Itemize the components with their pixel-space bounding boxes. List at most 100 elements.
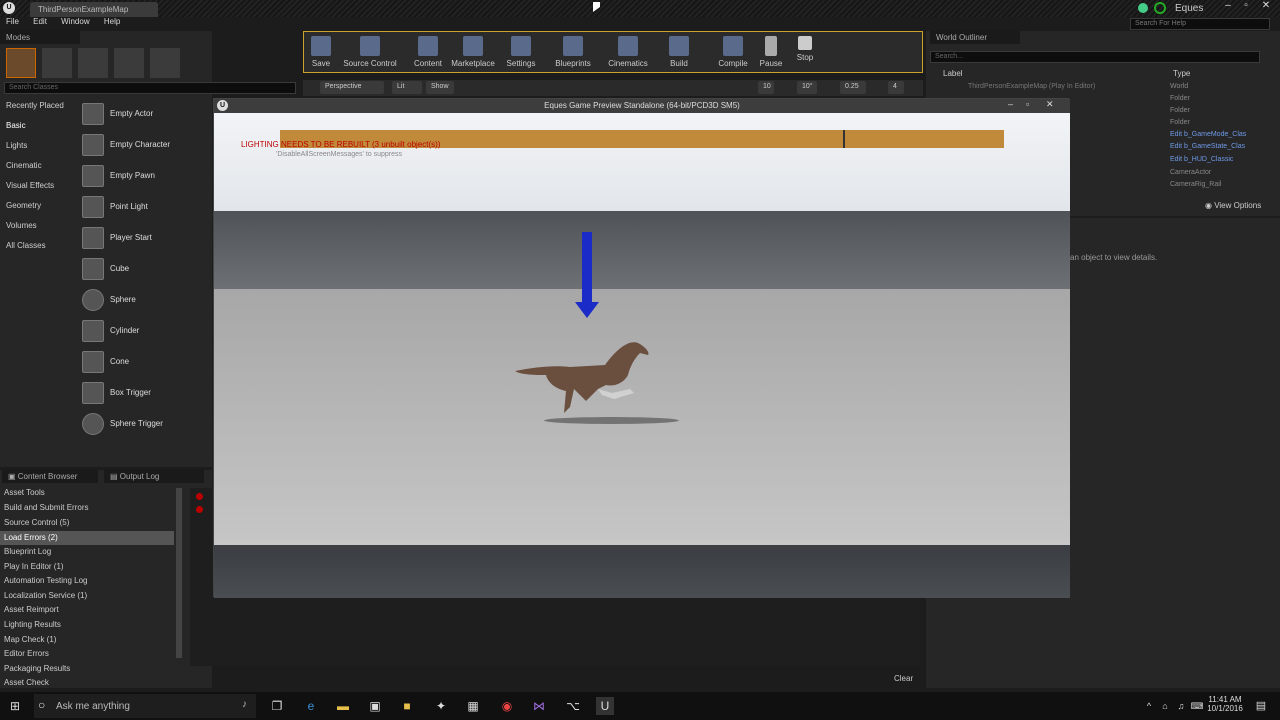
category-lights[interactable]: Lights xyxy=(0,138,80,158)
lit-button[interactable]: Lit xyxy=(392,81,422,94)
foliage-mode-icon[interactable] xyxy=(114,48,144,78)
outliner-type-header[interactable]: Type xyxy=(1173,69,1190,78)
minimize-button[interactable]: – xyxy=(1220,0,1236,12)
cortana-search-box[interactable]: ○ Ask me anything ♪ xyxy=(34,694,256,718)
log-category-item[interactable]: Source Control (5) xyxy=(4,518,69,532)
place-mode-icon[interactable] xyxy=(6,48,36,78)
chrome-icon[interactable]: ◉ xyxy=(498,697,516,715)
outliner-type-link[interactable]: Edit b_GameState_Clas xyxy=(1170,143,1245,155)
outliner-type-link[interactable]: Edit b_HUD_Classic xyxy=(1170,156,1233,168)
category-visual-effects[interactable]: Visual Effects xyxy=(0,178,80,198)
place-item-player-start[interactable]: Player Start xyxy=(82,222,210,253)
place-item-cube[interactable]: Cube xyxy=(82,253,210,284)
grid-snap-value[interactable]: 10 xyxy=(758,81,774,94)
log-category-item[interactable]: Asset Check xyxy=(4,678,49,692)
menu-file[interactable]: File xyxy=(6,17,19,26)
menu-window[interactable]: Window xyxy=(61,17,89,26)
landscape-mode-icon[interactable] xyxy=(78,48,108,78)
place-item-sphere[interactable]: Sphere xyxy=(82,284,210,315)
log-category-item[interactable]: Packaging Results xyxy=(4,664,70,678)
game-window-close-button[interactable]: ✕ xyxy=(1046,99,1054,110)
maximize-button[interactable]: ▫ xyxy=(1238,0,1254,12)
log-category-item[interactable]: Lighting Results xyxy=(4,620,61,634)
camera-speed-value[interactable]: 4 xyxy=(888,81,904,94)
edge-icon[interactable]: e xyxy=(302,697,320,715)
store-icon[interactable]: ▣ xyxy=(366,697,384,715)
place-item-cone[interactable]: Cone xyxy=(82,346,210,377)
help-search-input[interactable]: Search For Help xyxy=(1130,18,1270,30)
blueprints-button[interactable]: Blueprints xyxy=(549,34,597,72)
outliner-root-row[interactable]: ThirdPersonExampleMap (Play In Editor) xyxy=(968,83,1095,90)
place-item-sphere-trigger[interactable]: Sphere Trigger xyxy=(82,408,210,439)
log-category-item[interactable]: Editor Errors xyxy=(4,649,49,663)
close-button[interactable]: ✕ xyxy=(1258,0,1274,12)
source-control-button[interactable]: Source Control xyxy=(340,34,400,72)
scale-snap-value[interactable]: 0.25 xyxy=(840,81,866,94)
category-all-classes[interactable]: All Classes xyxy=(0,238,80,258)
search-classes-input[interactable]: Search Classes xyxy=(4,82,296,94)
action-center-icon[interactable]: ▤ xyxy=(1252,697,1270,715)
modes-tab[interactable]: Modes xyxy=(0,31,80,44)
visual-studio-icon[interactable]: ⋈ xyxy=(530,697,548,715)
place-item-point-light[interactable]: Point Light xyxy=(82,191,210,222)
task-view-icon[interactable]: ❐ xyxy=(268,697,286,715)
settings-button[interactable]: Settings xyxy=(497,34,545,72)
notification-icon[interactable] xyxy=(1138,3,1148,13)
clock[interactable]: 11:41 AM 10/1/2016 xyxy=(1205,695,1245,713)
category-geometry[interactable]: Geometry xyxy=(0,198,80,218)
log-category-item[interactable]: Build and Submit Errors xyxy=(4,503,88,517)
windows-start-icon[interactable]: ⊞ xyxy=(6,697,24,715)
marketplace-button[interactable]: Marketplace xyxy=(449,34,497,72)
document-tab[interactable]: ThirdPersonExampleMap xyxy=(30,2,158,17)
log-category-item[interactable]: Blueprint Log xyxy=(4,547,51,561)
log-category-item[interactable]: Automation Testing Log xyxy=(4,576,87,590)
save-button[interactable]: Save xyxy=(297,34,345,72)
place-item-box-trigger[interactable]: Box Trigger xyxy=(82,377,210,408)
unreal-editor-taskbar-icon[interactable]: U xyxy=(596,697,614,715)
taskbar-app-icon[interactable]: ▦ xyxy=(464,697,482,715)
outliner-label-header[interactable]: Label xyxy=(943,69,963,78)
place-item-empty-actor[interactable]: Empty Actor xyxy=(82,98,210,129)
stop-button[interactable]: Stop xyxy=(781,34,829,72)
output-log-tab[interactable]: ▤ Output Log xyxy=(104,470,204,483)
build-button[interactable]: Build xyxy=(655,34,703,72)
place-item-empty-pawn[interactable]: Empty Pawn xyxy=(82,160,210,191)
log-category-item[interactable]: Play In Editor (1) xyxy=(4,562,64,576)
taskbar-app-icon[interactable]: ✦ xyxy=(432,697,450,715)
menu-edit[interactable]: Edit xyxy=(33,17,47,26)
language-icon[interactable]: ⌨ xyxy=(1188,697,1206,715)
perspective-button[interactable]: Perspective xyxy=(320,81,384,94)
clear-button[interactable]: Clear xyxy=(894,674,913,683)
view-options-button[interactable]: ◉ View Options xyxy=(1205,201,1261,210)
log-category-item[interactable]: Asset Tools xyxy=(4,488,45,502)
log-category-item[interactable]: Localization Service (1) xyxy=(4,591,87,605)
log-category-item-selected[interactable]: Load Errors (2) xyxy=(0,531,174,545)
game-window-maximize-button[interactable]: ▫ xyxy=(1026,99,1029,109)
taskbar-app-icon[interactable]: ⌥ xyxy=(564,697,582,715)
geometry-mode-icon[interactable] xyxy=(150,48,180,78)
game-preview-window[interactable]: Eques Game Preview Standalone (64-bit/PC… xyxy=(213,98,1070,598)
show-button[interactable]: Show xyxy=(426,81,454,94)
category-recently-placed[interactable]: Recently Placed xyxy=(0,98,80,118)
content-button[interactable]: Content xyxy=(404,34,452,72)
taskbar-app-icon[interactable]: ■ xyxy=(398,697,416,715)
place-item-empty-character[interactable]: Empty Character xyxy=(82,129,210,160)
category-volumes[interactable]: Volumes xyxy=(0,218,80,238)
menu-help[interactable]: Help xyxy=(104,17,120,26)
paint-mode-icon[interactable] xyxy=(42,48,72,78)
category-basic[interactable]: Basic xyxy=(0,118,80,138)
source-control-status-icon[interactable] xyxy=(1154,2,1166,14)
log-list-scrollbar[interactable] xyxy=(176,488,182,658)
log-category-item[interactable]: Map Check (1) xyxy=(4,635,56,649)
outliner-type-link[interactable]: Edit b_GameMode_Clas xyxy=(1170,131,1246,143)
category-cinematic[interactable]: Cinematic xyxy=(0,158,80,178)
world-outliner-tab[interactable]: World Outliner xyxy=(930,31,1020,44)
game-window-minimize-button[interactable]: – xyxy=(1008,99,1013,109)
cinematics-button[interactable]: Cinematics xyxy=(604,34,652,72)
log-category-item[interactable]: Asset Reimport xyxy=(4,605,59,619)
outliner-search-input[interactable]: Search... xyxy=(930,51,1260,63)
file-explorer-icon[interactable]: ▬ xyxy=(334,697,352,715)
rotation-snap-value[interactable]: 10° xyxy=(797,81,817,94)
content-browser-tab[interactable]: ▣ Content Browser xyxy=(2,470,98,483)
place-item-cylinder[interactable]: Cylinder xyxy=(82,315,210,346)
